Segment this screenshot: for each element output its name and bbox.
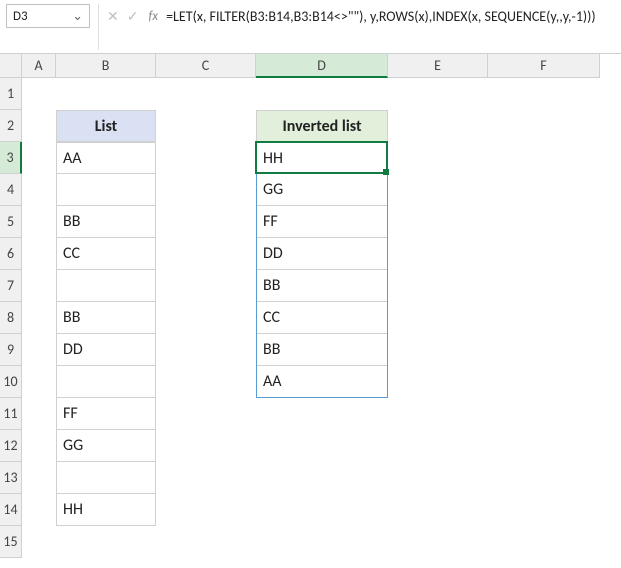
column-headers: ABCDEF [22, 54, 600, 78]
inverted-cell[interactable]: HH [256, 142, 388, 174]
inverted-cell[interactable]: CC [256, 302, 388, 334]
list-cell[interactable]: CC [56, 238, 156, 270]
inverted-cell[interactable]: FF [256, 206, 388, 238]
name-box[interactable]: D3 ⌄ [6, 4, 90, 28]
formula-input[interactable]: =LET(x, FILTER(B3:B14,B3:B14<>""), y,ROW… [158, 4, 615, 27]
list-cell[interactable] [56, 366, 156, 398]
column-header-F[interactable]: F [488, 54, 600, 78]
inverted-cell[interactable]: AA [256, 366, 388, 398]
row-header-11[interactable]: 11 [0, 398, 22, 430]
excel-window: D3 ⌄ ✕ ✓ fx =LET(x, FILTER(B3:B14,B3:B14… [0, 0, 621, 568]
worksheet-grid[interactable]: ABCDEF 123456789101112131415 ListAABBCCB… [0, 54, 621, 568]
column-header-D[interactable]: D [256, 54, 388, 78]
column-header-E[interactable]: E [388, 54, 488, 78]
list-cell[interactable] [56, 462, 156, 494]
enter-icon[interactable]: ✓ [127, 8, 139, 25]
inverted-cell[interactable]: GG [256, 174, 388, 206]
row-header-12[interactable]: 12 [0, 430, 22, 462]
list-cell[interactable]: BB [56, 302, 156, 334]
separator [98, 4, 99, 50]
inverted-cell[interactable]: BB [256, 270, 388, 302]
list-cell[interactable]: GG [56, 430, 156, 462]
chevron-down-icon[interactable]: ⌄ [72, 9, 83, 24]
header-list[interactable]: List [56, 110, 156, 142]
list-cell[interactable]: FF [56, 398, 156, 430]
row-header-8[interactable]: 8 [0, 302, 22, 334]
row-header-14[interactable]: 14 [0, 494, 22, 526]
row-header-15[interactable]: 15 [0, 526, 22, 558]
formula-bar: D3 ⌄ ✕ ✓ fx =LET(x, FILTER(B3:B14,B3:B14… [0, 0, 621, 54]
list-cell[interactable] [56, 270, 156, 302]
inverted-cell[interactable]: DD [256, 238, 388, 270]
column-header-C[interactable]: C [156, 54, 256, 78]
list-cell[interactable]: HH [56, 494, 156, 526]
list-cell[interactable]: DD [56, 334, 156, 366]
row-header-10[interactable]: 10 [0, 366, 22, 398]
row-header-5[interactable]: 5 [0, 206, 22, 238]
row-header-7[interactable]: 7 [0, 270, 22, 302]
name-box-value: D3 [13, 9, 28, 24]
row-header-3[interactable]: 3 [0, 142, 22, 174]
row-headers: 123456789101112131415 [0, 78, 22, 558]
row-header-13[interactable]: 13 [0, 462, 22, 494]
column-header-A[interactable]: A [22, 54, 56, 78]
cancel-icon[interactable]: ✕ [107, 8, 119, 25]
formula-bar-buttons: ✕ ✓ fx [107, 4, 158, 28]
list-cell[interactable]: BB [56, 206, 156, 238]
list-cell[interactable]: AA [56, 142, 156, 174]
row-header-2[interactable]: 2 [0, 110, 22, 142]
select-all-corner[interactable] [0, 54, 22, 78]
list-cell[interactable] [56, 174, 156, 206]
header-inverted[interactable]: Inverted list [256, 110, 388, 142]
column-header-B[interactable]: B [56, 54, 156, 78]
row-header-9[interactable]: 9 [0, 334, 22, 366]
row-header-6[interactable]: 6 [0, 238, 22, 270]
fx-icon[interactable]: fx [148, 9, 158, 24]
inverted-cell[interactable]: BB [256, 334, 388, 366]
row-header-1[interactable]: 1 [0, 78, 22, 110]
row-header-4[interactable]: 4 [0, 174, 22, 206]
